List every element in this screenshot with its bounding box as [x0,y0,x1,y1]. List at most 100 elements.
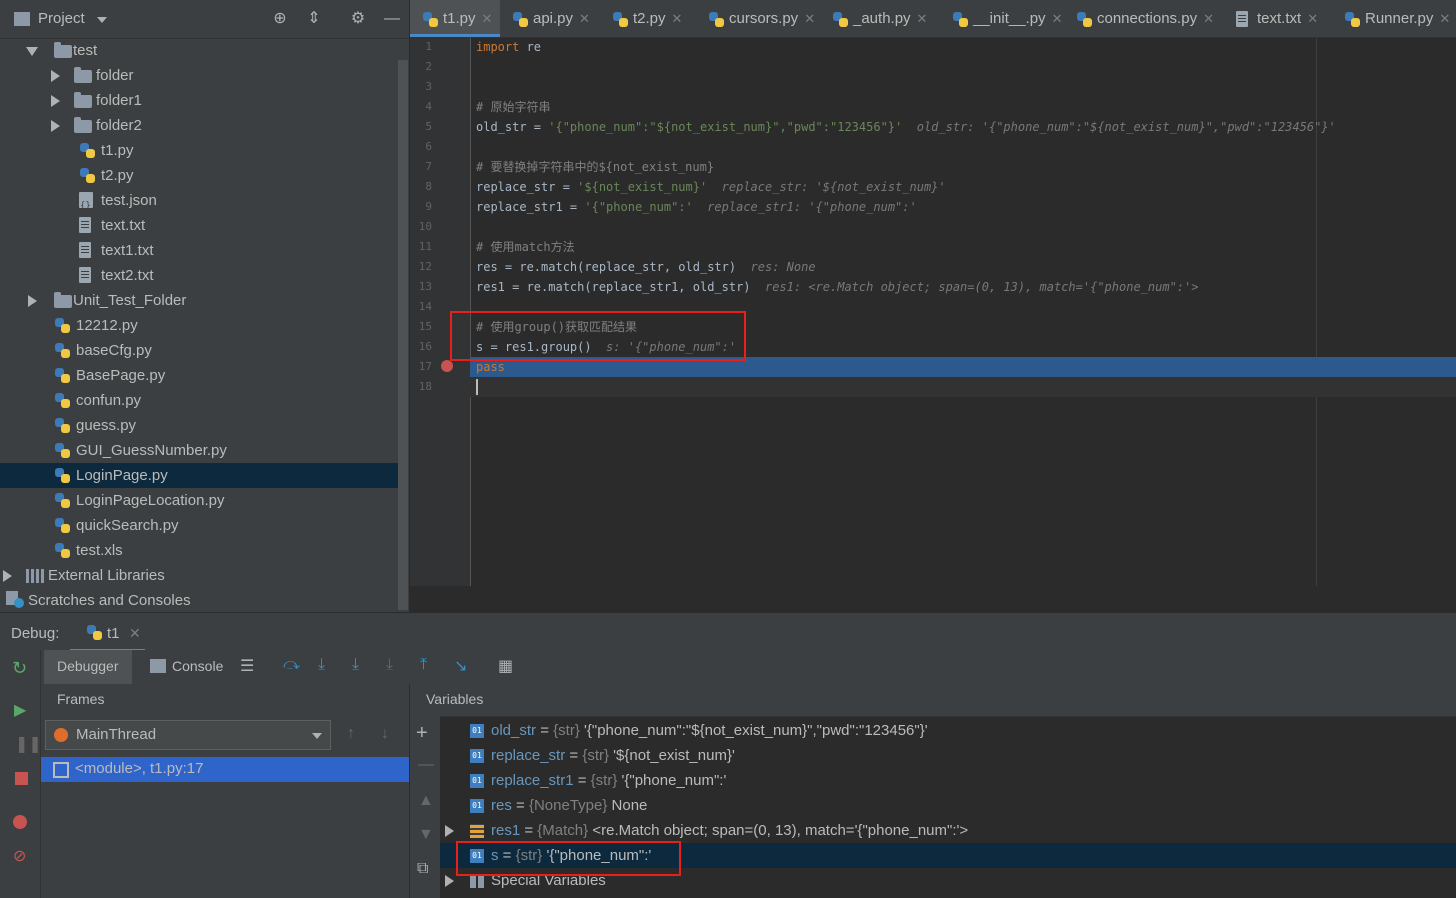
tree-item[interactable]: quickSearch.py [0,513,400,538]
evaluate-expression-icon[interactable]: ▦ [498,656,513,676]
chevron-right-icon[interactable] [51,95,60,107]
editor-tab[interactable]: text.txt ✕ [1224,0,1332,37]
tree-item[interactable]: 12212.py [0,313,400,338]
chevron-down-icon[interactable] [97,17,107,23]
hide-icon[interactable]: — [382,9,402,29]
layout-menu-icon[interactable]: ☰ [240,656,254,676]
code-line[interactable]: res = re.match(replace_str, old_str) res… [476,257,816,277]
editor-tab[interactable]: cursors.py ✕ [696,0,820,37]
debug-session-tab[interactable]: t1 [107,625,120,642]
next-frame-icon[interactable]: ↓ [381,725,389,743]
close-icon[interactable]: ✕ [1439,11,1450,26]
stop-icon[interactable] [15,772,28,785]
previous-frame-icon[interactable]: ↑ [347,725,355,743]
tab-debugger[interactable]: Debugger [57,658,119,674]
tree-item[interactable]: folder1 [0,88,400,113]
close-icon[interactable]: ✕ [129,625,141,642]
tree-item[interactable]: GUI_GuessNumber.py [0,438,400,463]
close-icon[interactable]: ✕ [482,11,493,26]
tree-item[interactable]: folder [0,63,400,88]
code-line[interactable]: # 要替换掉字符串中的${not_exist_num} [476,157,714,177]
tree-item[interactable]: text1.txt [0,238,400,263]
tree-item[interactable]: LoginPageLocation.py [0,488,400,513]
chevron-right-icon[interactable] [445,875,454,887]
step-out-icon[interactable]: ⤒ [420,656,427,674]
resume-icon[interactable]: ▶ [14,700,26,720]
tree-item[interactable]: t2.py [0,163,400,188]
variable-row[interactable]: 01 res = {NoneType} None [440,793,1456,818]
tree-item[interactable]: text2.txt [0,263,400,288]
tree-item[interactable]: test.json [0,188,400,219]
code-line[interactable]: # 原始字符串 [476,97,550,117]
tree-item[interactable]: External Libraries [0,563,400,588]
close-icon[interactable]: ✕ [1203,11,1214,26]
tree-item[interactable]: guess.py [0,413,400,438]
locate-icon[interactable]: ⊕ [270,9,290,29]
chevron-right-icon[interactable] [28,295,37,307]
tree-item[interactable]: BasePage.py [0,363,400,388]
tree-item[interactable]: test.xls [0,538,400,563]
chevron-right-icon[interactable] [445,825,454,837]
code-line[interactable]: old_str = '{"phone_num":"${not_exist_num… [476,117,1336,137]
code-line[interactable]: res1 = re.match(replace_str1, old_str) r… [476,277,1198,297]
tree-item[interactable]: test [0,38,400,63]
variable-row[interactable]: 01 old_str = {str} '{"phone_num":"${not_e… [440,718,1456,743]
close-icon[interactable]: ✕ [579,11,590,26]
variable-row[interactable]: 01 replace_str = {str} '${not_exist_num}' [440,743,1456,768]
breakpoint-icon[interactable] [441,360,453,372]
move-up-icon[interactable]: ▲ [418,792,434,810]
code-line[interactable]: replace_str1 = '{"phone_num":' replace_s… [476,197,917,217]
tree-item-label: folder [96,67,134,84]
project-title[interactable]: Project [38,10,85,27]
close-icon[interactable]: ✕ [1307,11,1318,26]
chevron-down-icon[interactable] [312,733,322,739]
tree-item[interactable]: confun.py [0,388,400,413]
editor-tab[interactable]: Runner.py ✕ [1332,0,1450,37]
tree-item[interactable]: t1.py [0,138,400,163]
remove-watch-icon[interactable]: — [418,756,434,774]
code-line[interactable]: # 使用match方法 [476,237,575,257]
chevron-down-icon[interactable] [26,47,38,56]
chevron-right-icon[interactable] [51,120,60,132]
code-line[interactable]: import re [476,37,541,57]
add-watch-icon[interactable]: + [416,722,428,745]
tree-item[interactable]: Unit_Test_Folder [0,288,400,313]
tree-item[interactable]: LoginPage.py [0,463,400,488]
force-step-into-icon[interactable]: ⤓ [386,656,393,674]
tree-item[interactable]: folder2 [0,113,400,138]
rerun-icon[interactable]: ↻ [12,658,27,679]
code-line[interactable]: replace_str = '${not_exist_num}' replace… [476,177,946,197]
step-over-icon[interactable]: ⤼ [283,656,300,674]
tree-item[interactable]: text.txt [0,213,400,238]
tree-item[interactable]: Scratches and Consoles [0,588,400,613]
run-to-cursor-icon[interactable]: ↘ [454,656,467,676]
pause-icon[interactable]: ❚❚ [15,734,42,754]
editor-tab[interactable]: _auth.py ✕ [820,0,940,37]
close-icon[interactable]: ✕ [917,11,928,26]
gear-icon[interactable]: ⚙ [348,9,368,29]
close-icon[interactable]: ✕ [672,11,683,26]
editor-tab[interactable]: api.py ✕ [500,0,600,37]
tab-console[interactable]: Console [172,658,223,674]
editor-tab[interactable]: t2.py ✕ [600,0,696,37]
copy-icon[interactable]: ⧉ [417,860,428,878]
editor-tab[interactable]: __init__.py ✕ [940,0,1064,37]
step-into-my-code-icon[interactable]: ⤓ [352,656,359,674]
collapse-all-icon[interactable]: ⇕ [304,9,324,29]
chevron-right-icon[interactable] [3,570,12,582]
close-icon[interactable]: ✕ [1052,11,1063,26]
thread-selector[interactable]: MainThread [45,720,331,750]
editor-tab[interactable]: connections.py ✕ [1064,0,1224,37]
move-down-icon[interactable]: ▼ [418,826,434,844]
variable-row[interactable]: res1 = {Match} <re.Match object; span=(0… [440,818,1456,843]
view-breakpoints-icon[interactable] [13,815,27,829]
step-into-icon[interactable]: ⤓ [318,656,325,674]
tree-item[interactable]: baseCfg.py [0,338,400,363]
variable-row[interactable]: 01 replace_str1 = {str} '{"phone_num":' [440,768,1456,793]
mute-breakpoints-icon[interactable]: ⊘ [13,846,26,866]
editor-tab[interactable]: t1.py ✕ [410,0,500,37]
chevron-right-icon[interactable] [51,70,60,82]
project-scrollbar[interactable] [398,60,408,610]
close-icon[interactable]: ✕ [804,11,815,26]
frame-row[interactable]: <module>, t1.py:17 [41,757,409,782]
